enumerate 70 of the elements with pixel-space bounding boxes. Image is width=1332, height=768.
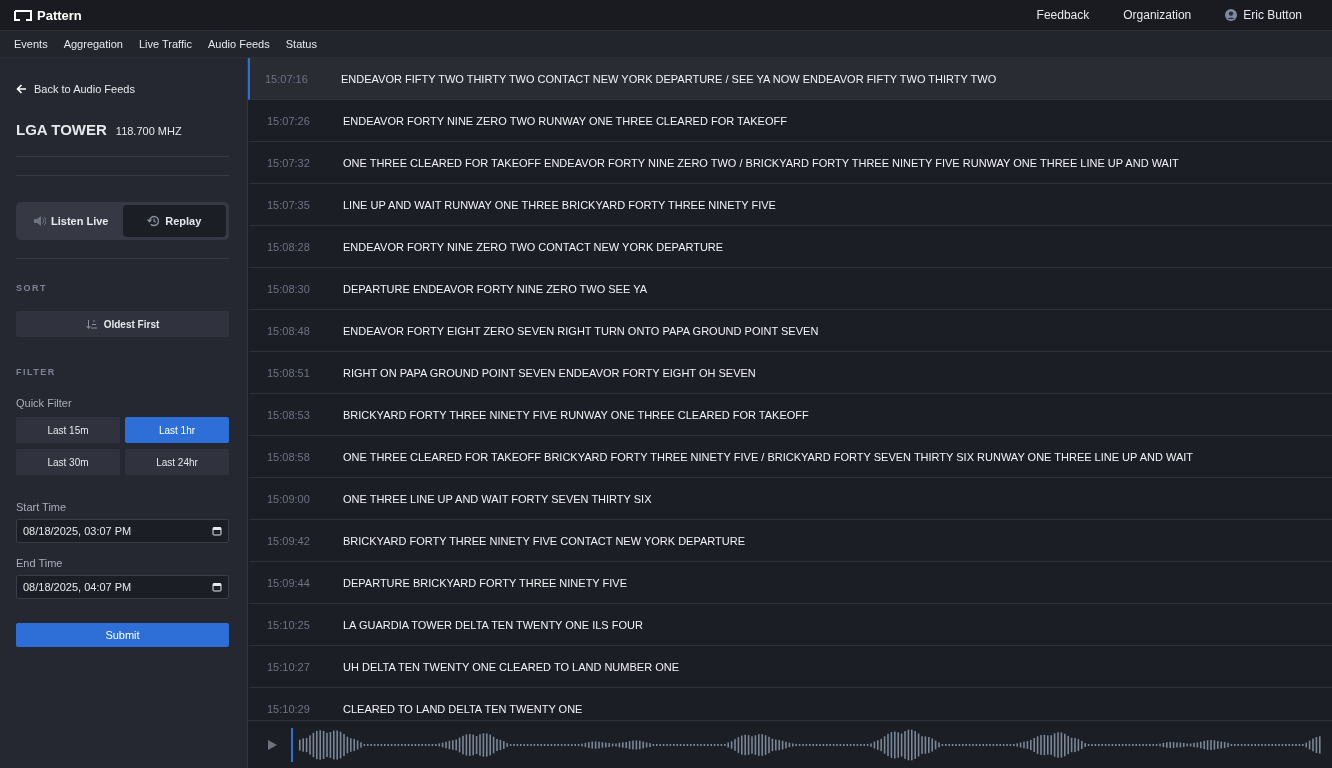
transcript-text: RIGHT ON PAPA GROUND POINT SEVEN ENDEAVOR FORTY EIGHT OH SEVEN: [343, 366, 756, 379]
nav-link[interactable]: Aggregation: [63, 38, 123, 50]
back-link[interactable]: Back to Audio Feeds: [16, 83, 229, 95]
feed-title: LGA TOWER: [16, 121, 107, 138]
mode-button[interactable]: Listen Live: [19, 205, 123, 237]
nav-link[interactable]: Status: [285, 38, 317, 50]
mode-button[interactable]: Replay: [122, 205, 226, 237]
transcript-text: ONE THREE LINE UP AND WAIT FORTY SEVEN THIRTY SIX: [343, 492, 652, 505]
field-label: End Time: [16, 557, 64, 569]
section-heading: FILTER: [16, 367, 57, 377]
transcript-text: DEPARTURE ENDEAVOR FORTY NINE ZERO TWO SEE YA: [343, 282, 647, 295]
waveform-drawing[interactable]: [291, 727, 1321, 762]
timestamp: 15:07:26: [266, 114, 311, 127]
timestamp: 15:08:51: [266, 366, 311, 379]
transcript-text: BRICKYARD FORTY THREE NINETY FIVE RUNWAY ONE THREE CLEARED FOR TAKEOFF: [343, 408, 809, 421]
quick-filter-button[interactable]: Last 30m: [16, 449, 120, 475]
speaker-icon: [33, 215, 46, 227]
transcript-text: ENDEAVOR FORTY EIGHT ZERO SEVEN RIGHT TURN ONTO PAPA GROUND POINT SEVEN: [343, 324, 819, 337]
transcript-text: UH DELTA TEN TWENTY ONE CLEARED TO LAND NUMBER ONE: [343, 660, 679, 673]
transcript-text: LA GUARDIA TOWER DELTA TEN TWENTY ONE ILS FOUR: [343, 618, 643, 631]
datetime-field[interactable]: 08/18/2025, 04:07 PM: [16, 575, 229, 599]
header-link[interactable]: Organization: [1123, 8, 1192, 22]
sort-button[interactable]: Oldest First: [16, 311, 229, 337]
header-link[interactable]: Feedback: [1036, 8, 1090, 22]
transcript-text: ONE THREE CLEARED FOR TAKEOFF ENDEAVOR FORTY NINE ZERO TWO / BRICKYARD FORTY THREE NINETY FIVE RUNWAY ONE THREE LINE UP AND WAIT: [343, 156, 1179, 169]
timestamp: 15:08:28: [266, 240, 311, 253]
timestamp: 15:10:29: [266, 702, 311, 715]
timestamp: 15:09:44: [266, 576, 311, 589]
timestamp: 15:07:35: [266, 198, 311, 211]
logo-icon: [14, 9, 32, 21]
quick-filter-button[interactable]: Last 1hr: [125, 417, 229, 443]
transcript-text: ENDEAVOR FORTY NINE ZERO TWO RUNWAY ONE THREE CLEARED FOR TAKEOFF: [343, 114, 787, 127]
transcript-text: CLEARED TO LAND DELTA TEN TWENTY ONE: [343, 702, 583, 715]
transcript-text: ONE THREE CLEARED FOR TAKEOFF BRICKYARD FORTY THREE NINETY FIVE / BRICKYARD FORTY SEVEN THIRTY SIX RUNWAY ONE THREE LINE UP AND WAIT: [343, 450, 1194, 463]
timestamp: 15:08:30: [266, 282, 311, 295]
section-heading: SORT: [16, 283, 48, 293]
app-name: Pattern: [37, 7, 82, 23]
timestamp: 15:07:32: [266, 156, 311, 169]
user-icon: [1225, 9, 1238, 21]
transcript-text: ENDEAVOR FIFTY TWO THIRTY TWO CONTACT NEW YORK DEPARTURE / SEE YA NOW ENDEAVOR FIFTY TWO THIRTY TWO: [341, 72, 997, 85]
timestamp: 15:09:00: [266, 492, 311, 505]
transcript-text: BRICKYARD FORTY THREE NINETY FIVE CONTACT NEW YORK DEPARTURE: [343, 534, 745, 547]
transcript-text: DEPARTURE BRICKYARD FORTY THREE NINETY FIVE: [343, 576, 628, 589]
timestamp: 15:08:53: [266, 408, 311, 421]
feed-frequency: 118.700 MHZ: [115, 125, 182, 137]
nav-link[interactable]: Audio Feeds: [207, 38, 270, 50]
transcript-row[interactable]: 15:07:16 ENDEAVOR FIFTY TWO THIRTY TWO CONTACT NEW YORK DEPARTURE / SEE YA NOW ENDEAVOR FIFTY TWO THIRTY TWO: [248, 58, 1332, 100]
timestamp: 15:10:27: [266, 660, 311, 673]
calendar-icon: [212, 526, 222, 536]
quick-filter-button[interactable]: Last 15m: [16, 417, 120, 443]
timestamp: 15:08:58: [266, 450, 311, 463]
history-icon: [147, 215, 161, 227]
nav-link[interactable]: Events: [14, 38, 48, 50]
arrow-left-icon: [16, 84, 27, 94]
nav-link[interactable]: Live Traffic: [138, 38, 192, 50]
timestamp: 15:09:42: [266, 534, 311, 547]
user-menu[interactable]: Eric Button: [1225, 8, 1302, 22]
calendar-icon: [212, 582, 222, 592]
play-icon[interactable]: [268, 739, 277, 750]
field-label: Start Time: [16, 501, 68, 513]
transcript-text: ENDEAVOR FORTY NINE ZERO TWO CONTACT NEW YORK DEPARTURE: [343, 240, 724, 253]
timestamp: 15:08:48: [266, 324, 311, 337]
sort-icon: [85, 318, 98, 330]
field-label: Quick Filter: [16, 397, 73, 409]
datetime-field[interactable]: 08/18/2025, 03:07 PM: [16, 519, 229, 543]
timestamp: 15:10:25: [266, 618, 311, 631]
submit-button[interactable]: Submit: [16, 623, 229, 647]
quick-filter-button[interactable]: Last 24hr: [125, 449, 229, 475]
transcript-text: LINE UP AND WAIT RUNWAY ONE THREE BRICKYARD FORTY THREE NINETY FIVE: [343, 198, 776, 211]
timestamp: 15:07:16: [264, 72, 309, 85]
